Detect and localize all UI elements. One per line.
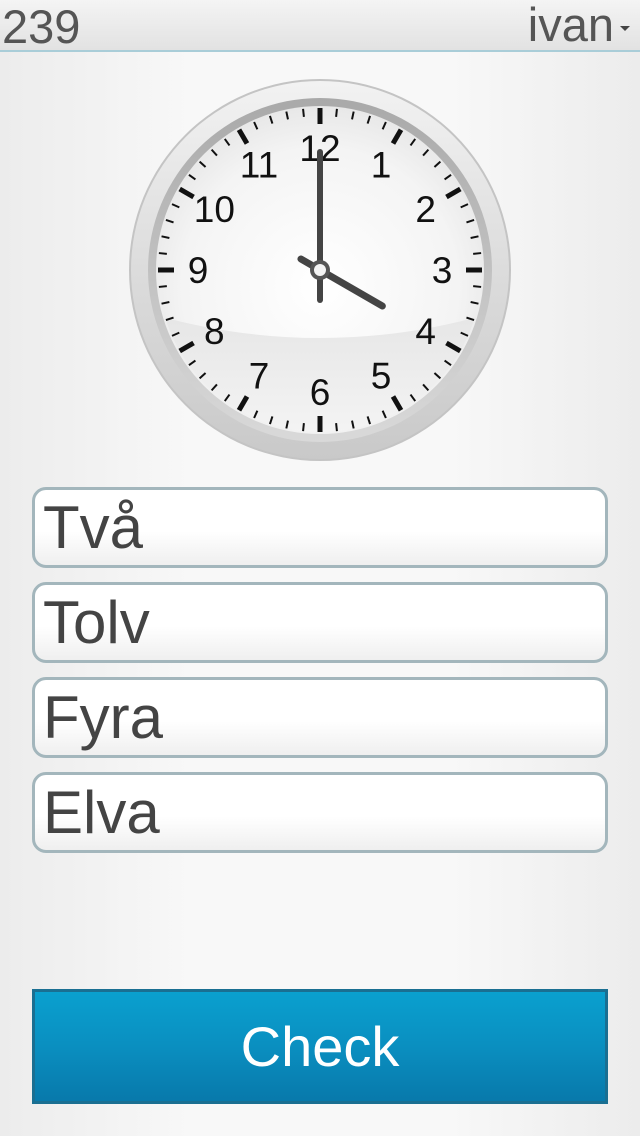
minute-tick [473,285,482,288]
clock-numeral: 2 [415,189,436,230]
check-button[interactable]: Check [32,989,608,1104]
analog-clock: 12 1 2 3 4 5 6 7 8 9 10 11 [128,78,512,462]
answer-option-1[interactable]: Två [32,487,608,568]
answer-option-4[interactable]: Elva [32,772,608,853]
user-menu[interactable]: ivan [528,0,630,50]
minute-tick [302,423,305,432]
user-name: ivan [527,0,614,51]
minute-tick [158,285,167,288]
clock-numeral: 5 [371,356,392,397]
clock-numeral: 7 [249,356,270,397]
score-counter: 239 [2,0,81,53]
minute-tick [473,252,482,255]
answer-option-2[interactable]: Tolv [32,582,608,663]
clock-numeral: 6 [310,372,331,413]
clock-numeral: 1 [371,144,392,185]
hand-pivot-cap [314,264,326,276]
answer-label: Två [43,493,144,561]
clock-numeral: 8 [204,311,225,352]
minute-tick [335,108,338,117]
answer-label: Elva [43,778,160,846]
answer-option-3[interactable]: Fyra [32,677,608,758]
clock-numeral: 4 [415,311,436,352]
minute-tick [335,423,338,432]
clock-numeral: 11 [240,144,278,185]
clock-numeral: 3 [432,250,453,291]
check-button-label: Check [240,1015,400,1078]
answer-label: Fyra [43,683,163,751]
minute-tick [158,252,167,255]
clock-numeral: 9 [188,250,209,291]
clock-face: 12 1234567891011 [129,79,511,461]
chevron-down-icon [620,25,630,31]
top-bar: 239 ivan [0,0,640,52]
clock-numeral: 10 [194,189,235,230]
minute-tick [302,108,305,117]
answer-list: Två Tolv Fyra Elva [32,487,608,867]
answer-label: Tolv [43,588,150,656]
